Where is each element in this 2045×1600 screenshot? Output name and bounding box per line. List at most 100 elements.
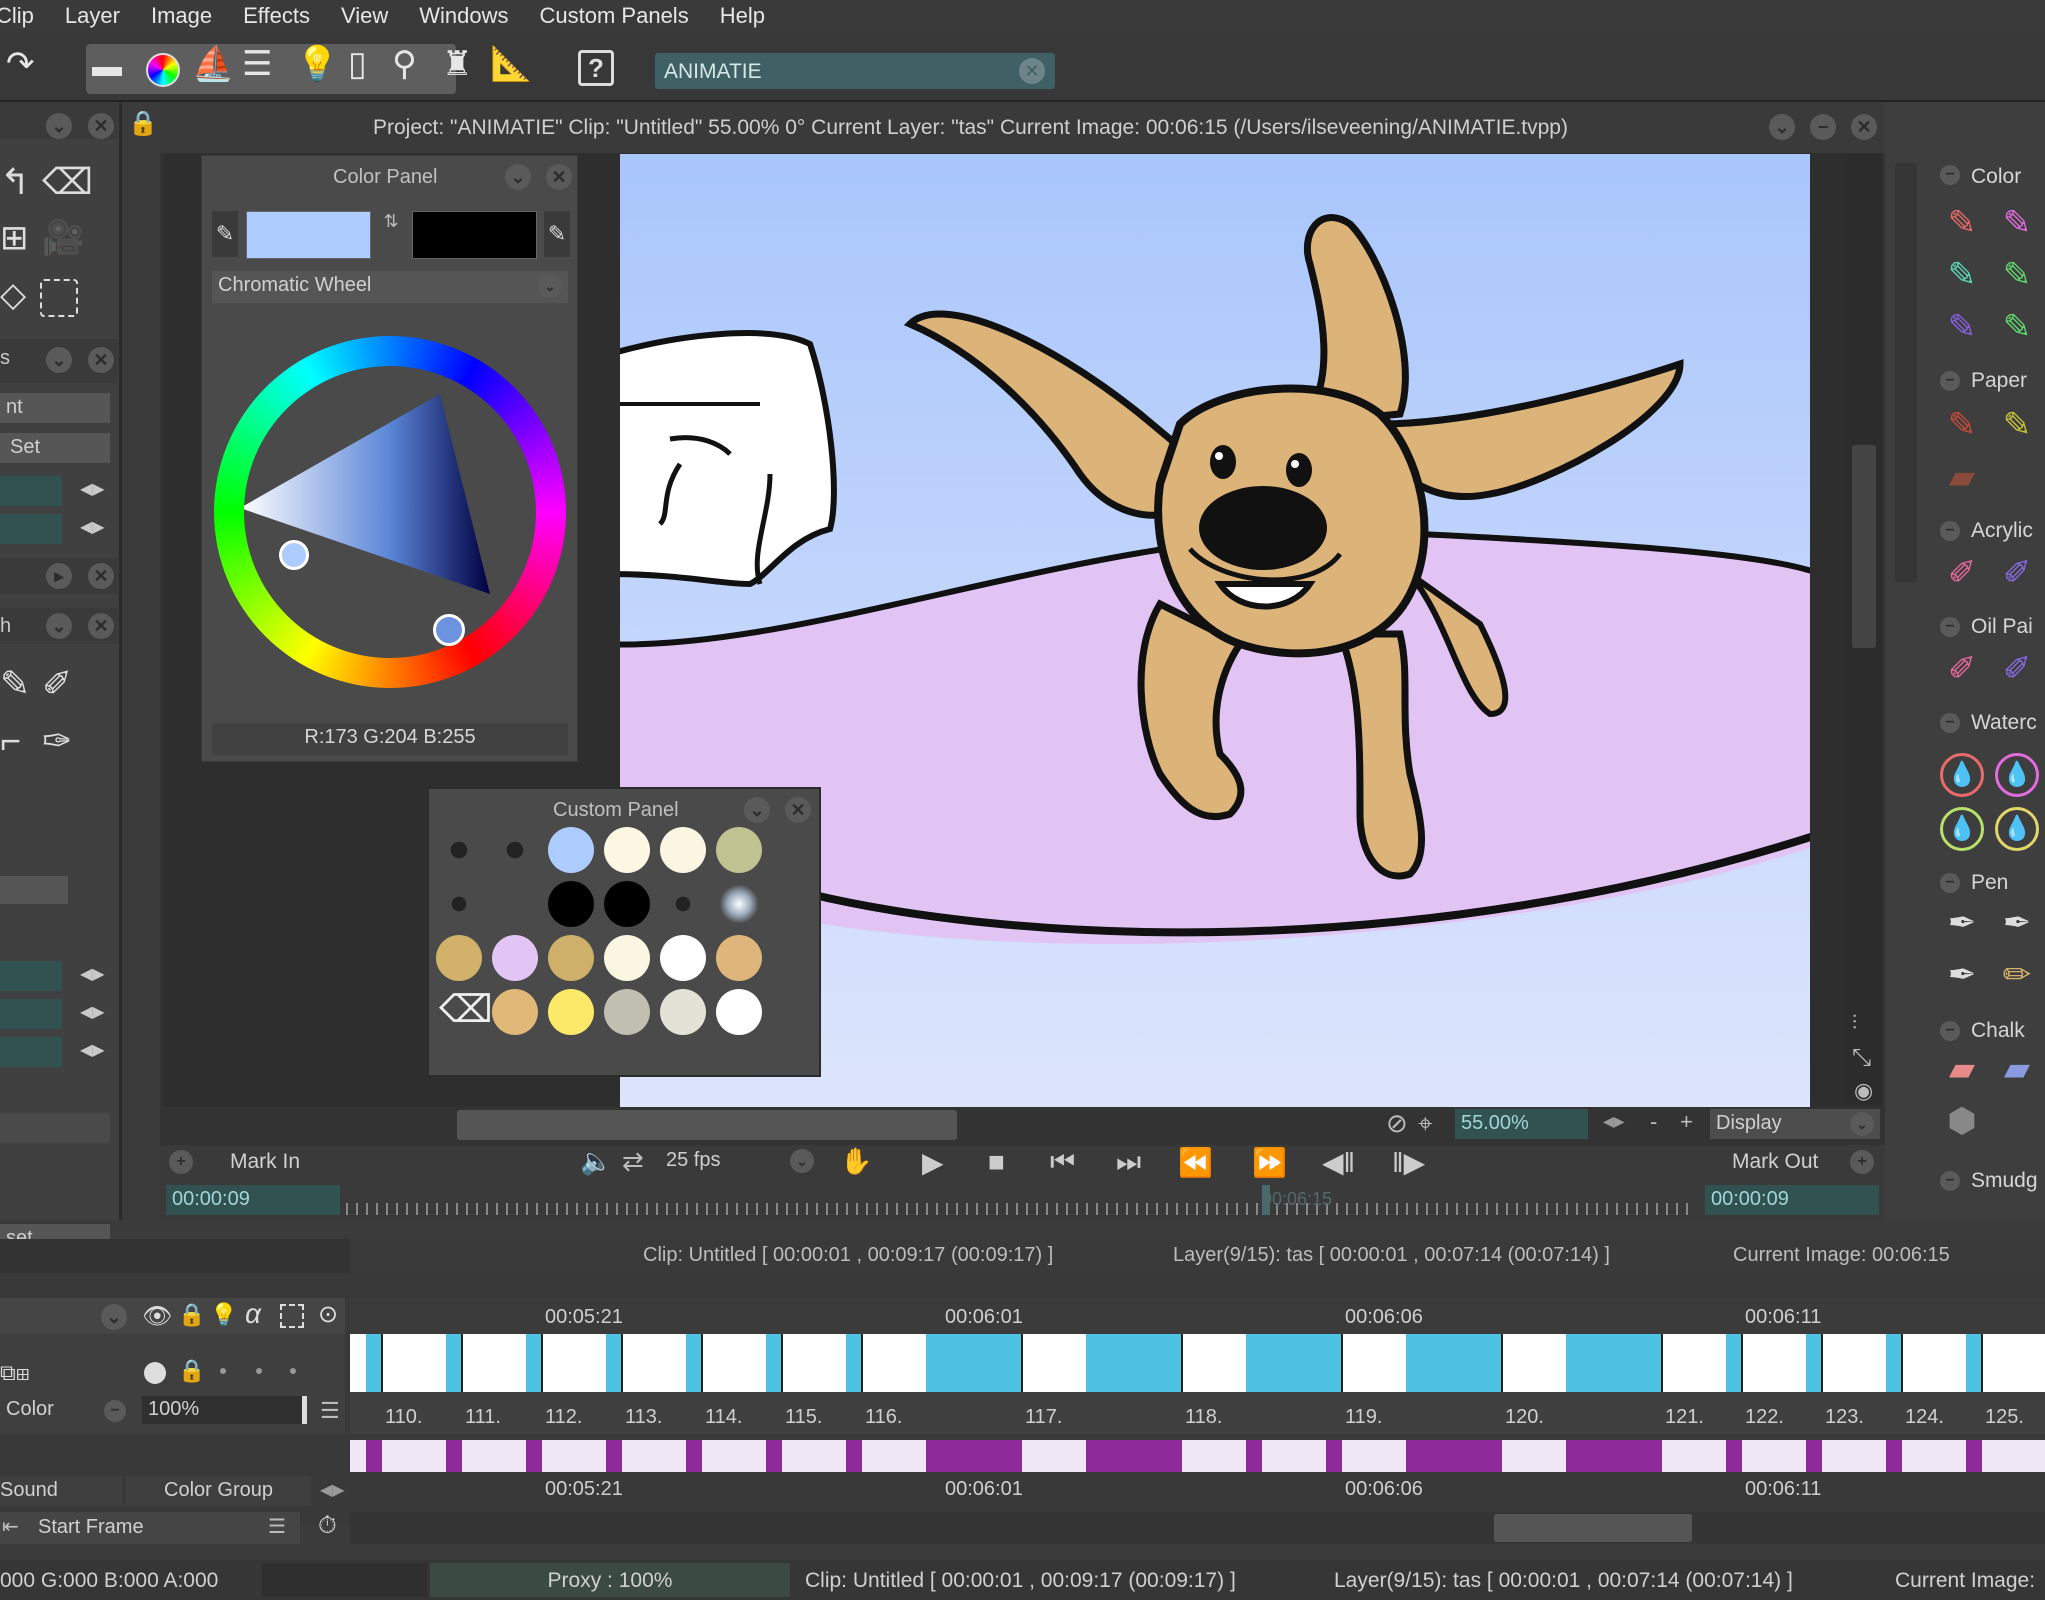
mirror-icon[interactable]: ⊘	[1386, 1108, 1408, 1139]
brush-settings-icon[interactable]: ⛵	[192, 44, 234, 84]
color-swatch[interactable]	[548, 989, 594, 1035]
right-panel-scrollbar[interactable]	[1895, 163, 1917, 583]
stepper-icon[interactable]: ◀▶	[80, 479, 105, 499]
center-view-icon[interactable]: ⌖	[1418, 1108, 1433, 1140]
water-drop-icon[interactable]: 💧	[1995, 753, 2039, 797]
camera-tool-icon[interactable]: 🎥	[42, 218, 84, 258]
magnifier-icon[interactable]: ⚲	[392, 44, 417, 84]
lasso-tool-icon[interactable]: ↰	[0, 161, 30, 203]
timer-icon[interactable]: ⏱	[318, 1512, 337, 1540]
opacity-field[interactable]: 100%	[142, 1396, 307, 1424]
collapse-icon[interactable]: −	[1940, 873, 1960, 893]
brush-icon[interactable]: ✎	[1940, 405, 1984, 449]
color-swatch[interactable]	[660, 935, 706, 981]
mode-dropdown[interactable]: nt	[0, 393, 110, 423]
brush-preset-icon[interactable]	[660, 881, 706, 927]
brush-icon[interactable]: ✎	[1940, 203, 1984, 247]
brush-preset-icon[interactable]	[492, 827, 538, 873]
zoom-out-button[interactable]: -	[1650, 1109, 1657, 1135]
go-to-end-icon[interactable]: ⏭	[1116, 1146, 1141, 1179]
menu-view[interactable]: View	[341, 3, 388, 29]
collapse-icon[interactable]: ⌄	[101, 1304, 127, 1330]
color-swatch[interactable]	[660, 827, 706, 873]
mini-timeline[interactable]	[346, 1185, 1696, 1215]
mini-timeline-cursor[interactable]	[1262, 1185, 1270, 1215]
dot-icon[interactable]	[256, 1368, 262, 1374]
color-swatch[interactable]	[716, 827, 762, 873]
collapse-icon[interactable]: −	[1940, 521, 1960, 541]
search-input[interactable]: ANIMATIE ✕	[655, 53, 1055, 89]
sound-tab[interactable]: Sound	[0, 1476, 122, 1506]
collapse-icon[interactable]: ⌄	[744, 797, 770, 823]
menu-layer[interactable]: Layer	[65, 3, 120, 29]
start-frame-field[interactable]: Start Frame	[0, 1512, 300, 1544]
category-watercolor[interactable]: Waterc	[1971, 711, 2037, 735]
add-mark-in-icon[interactable]: +	[169, 1150, 193, 1174]
layers-icon[interactable]: ☰	[242, 44, 272, 84]
brush-icon[interactable]: ✎	[1995, 203, 2039, 247]
blend-mode-icon[interactable]: −	[104, 1400, 126, 1422]
color-swatch[interactable]	[604, 881, 650, 927]
clear-search-icon[interactable]: ✕	[1019, 58, 1045, 84]
list-icon[interactable]: ☰	[268, 1514, 286, 1539]
scroll-thumb[interactable]	[1852, 445, 1876, 648]
airbrush-tool-icon[interactable]: ✐	[42, 663, 72, 705]
color-swatch[interactable]	[660, 989, 706, 1035]
insert-before-icon[interactable]: ⏪	[1178, 1146, 1213, 1179]
color-swatch[interactable]	[548, 935, 594, 981]
collapse-icon[interactable]: −	[1940, 371, 1960, 391]
collapse-icon[interactable]: ⌄	[46, 613, 72, 639]
next-frame-icon[interactable]: ‖▶	[1392, 1146, 1425, 1179]
alpha-icon[interactable]: α	[245, 1298, 261, 1330]
mark-in-button[interactable]: Mark In	[230, 1150, 300, 1174]
primary-color-swatch[interactable]	[246, 211, 371, 259]
glow-preset-icon[interactable]	[716, 881, 762, 927]
menu-custom-panels[interactable]: Custom Panels	[540, 3, 689, 29]
color-swatch[interactable]	[548, 827, 594, 873]
brush-icon[interactable]: ✐	[1995, 649, 2039, 693]
brush-mode-dropdown[interactable]	[0, 876, 68, 904]
scrub-hand-icon[interactable]: ✋	[840, 1146, 872, 1177]
color-swatch[interactable]	[716, 935, 762, 981]
block-icon[interactable]: ⬢	[1940, 1101, 1984, 1145]
menu-windows[interactable]: Windows	[419, 3, 508, 29]
close-icon[interactable]: ✕	[546, 164, 572, 190]
special-tool-icon[interactable]: ✑	[42, 720, 72, 762]
selection-tool-icon[interactable]	[40, 279, 78, 317]
close-icon[interactable]: ✕	[1851, 114, 1877, 140]
category-acrylic[interactable]: Acrylic	[1971, 519, 2033, 543]
hue-ring-handle[interactable]	[433, 614, 465, 646]
category-chalk[interactable]: Chalk	[1971, 1019, 2025, 1043]
close-icon[interactable]: ✕	[88, 347, 114, 373]
onion-skin-icon[interactable]: ⊙	[318, 1300, 338, 1329]
layer-lock-icon[interactable]: 🔒	[178, 1358, 205, 1384]
play-icon[interactable]: ▶	[922, 1146, 944, 1179]
brush-icon[interactable]: ✎	[1995, 307, 2039, 351]
menu-image[interactable]: Image	[151, 3, 212, 29]
collapse-icon[interactable]: −	[1940, 713, 1960, 733]
color-swatch[interactable]	[604, 935, 650, 981]
collapse-icon[interactable]: −	[1940, 1171, 1960, 1191]
stamp-icon[interactable]: ♜	[442, 44, 472, 84]
category-oil-paint[interactable]: Oil Pai	[1971, 615, 2033, 639]
opacity-slider-handle[interactable]	[302, 1396, 307, 1424]
menu-help[interactable]: Help	[720, 3, 765, 29]
color-mode-dropdown[interactable]: Chromatic Wheel ⌄	[212, 271, 568, 303]
display-dropdown[interactable]: Display ⌄	[1710, 1109, 1880, 1139]
collapse-icon[interactable]: ⌄	[46, 113, 72, 139]
selection-icon[interactable]	[280, 1304, 304, 1328]
minimize-icon[interactable]: −	[1810, 114, 1836, 140]
option-field[interactable]	[0, 961, 62, 991]
transform-tool-icon[interactable]: ⊞	[0, 218, 29, 258]
category-color[interactable]: Color	[1971, 165, 2021, 189]
dot-icon[interactable]	[290, 1368, 296, 1374]
mark-out-button[interactable]: Mark Out	[1732, 1150, 1818, 1174]
close-icon[interactable]: ✕	[88, 113, 114, 139]
visibility-dot-icon[interactable]	[144, 1362, 166, 1384]
resize-icon[interactable]: ⤡	[1852, 1044, 1871, 1072]
lock-icon[interactable]: 🔒	[178, 1302, 205, 1328]
pen-nib-icon[interactable]: ✒	[1940, 955, 1984, 999]
option-field[interactable]	[0, 999, 62, 1029]
preset-set-button[interactable]: Set	[0, 433, 110, 463]
eraser-preset-icon[interactable]: ⌫	[439, 987, 493, 1032]
